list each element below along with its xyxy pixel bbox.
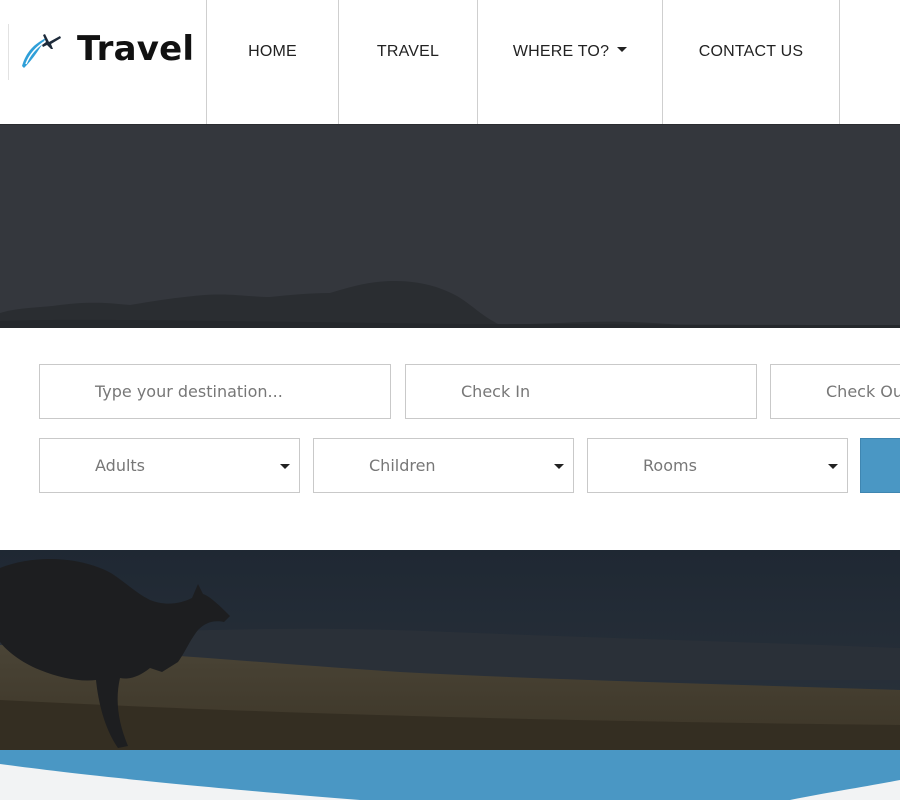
booking-search-panel: Type your destination... Check In Check … bbox=[0, 328, 900, 550]
nav-travel-label: TRAVEL bbox=[376, 43, 440, 60]
nav-contact-label: CONTACT US bbox=[698, 43, 804, 60]
landscape-scene bbox=[0, 550, 900, 750]
rooms-select[interactable]: Rooms bbox=[587, 438, 848, 493]
destination-input[interactable]: Type your destination... bbox=[39, 364, 391, 419]
brand-name: Travel bbox=[77, 29, 195, 69]
rooms-placeholder: Rooms bbox=[643, 456, 697, 475]
hills-silhouette bbox=[0, 125, 900, 328]
check-out-input[interactable]: Check Out bbox=[770, 364, 900, 419]
hero-image-top bbox=[0, 124, 900, 328]
logo-divider bbox=[8, 24, 9, 80]
angled-band-shape bbox=[0, 750, 900, 800]
dropdown-arrow-icon bbox=[280, 464, 290, 469]
brand-logo-link[interactable]: Travel bbox=[0, 0, 206, 124]
nav-home-label: HOME bbox=[248, 43, 297, 60]
destination-placeholder: Type your destination... bbox=[95, 382, 283, 401]
nav-divider bbox=[839, 0, 840, 124]
adults-placeholder: Adults bbox=[95, 456, 146, 475]
check-out-placeholder: Check Out bbox=[826, 382, 900, 401]
site-header: Travel HOME TRAVEL WHERE TO? CONTACT US bbox=[0, 0, 900, 124]
children-placeholder: Children bbox=[369, 456, 436, 475]
nav-home[interactable]: HOME bbox=[206, 0, 338, 124]
dropdown-arrow-icon bbox=[554, 464, 564, 469]
adults-select[interactable]: Adults bbox=[39, 438, 300, 493]
airplane-logo-icon bbox=[22, 34, 61, 68]
section-divider-band bbox=[0, 750, 900, 800]
search-button[interactable] bbox=[860, 438, 900, 493]
nav-where-to-label: WHERE TO? bbox=[512, 43, 610, 60]
check-in-placeholder: Check In bbox=[461, 382, 531, 401]
caret-down-icon bbox=[617, 47, 628, 53]
check-in-input[interactable]: Check In bbox=[405, 364, 757, 419]
hero-image-bottom bbox=[0, 550, 900, 750]
children-select[interactable]: Children bbox=[313, 438, 574, 493]
nav-where-to-dropdown[interactable]: WHERE TO? bbox=[477, 0, 662, 124]
dropdown-arrow-icon bbox=[828, 464, 838, 469]
nav-contact-us[interactable]: CONTACT US bbox=[662, 0, 839, 124]
nav-travel[interactable]: TRAVEL bbox=[338, 0, 477, 124]
